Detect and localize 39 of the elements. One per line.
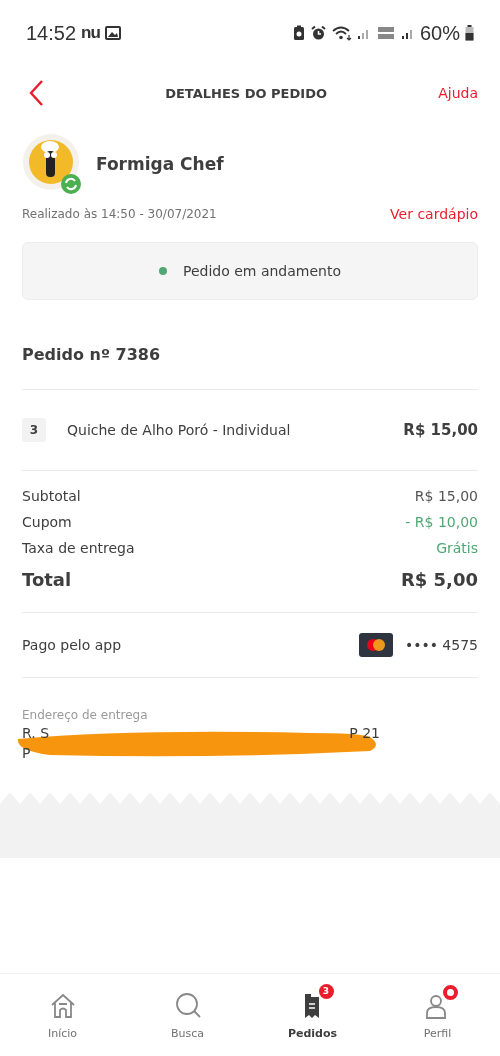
card-brand-icon <box>358 633 393 657</box>
battery-percent: 60% <box>419 21 460 45</box>
summary-value: Grátis <box>436 540 478 556</box>
item-price: R$ 15,00 <box>403 421 478 439</box>
order-number: Pedido nº 7386 <box>22 345 162 366</box>
order-date: Realizado às 14:50 - 30/07/2021 <box>22 207 217 221</box>
battery-icon <box>465 25 474 41</box>
summary-value: R$ 15,00 <box>414 488 478 504</box>
count-badge: 3 <box>318 983 334 999</box>
alarm-icon <box>309 25 327 41</box>
menu-link[interactable]: Ver cardápio <box>390 206 478 222</box>
carrier-label: nu <box>81 23 100 43</box>
battery-saver-icon <box>292 25 305 41</box>
nav-tab[interactable]: Busca <box>125 974 250 1056</box>
image-icon <box>104 26 121 40</box>
address-text: P <box>22 744 31 762</box>
summary-label: Subtotal <box>22 488 81 504</box>
card-number: •••• 4575 <box>404 637 478 653</box>
page-title: DETALHES DO PEDIDO <box>165 85 327 101</box>
quantity-label: 3 <box>22 418 46 442</box>
item-name: Quiche de Alho Poró - Individual <box>67 422 292 438</box>
status-time: 14:52 <box>26 21 77 45</box>
wifi-icon <box>331 25 352 41</box>
help-link[interactable]: Ajuda <box>438 85 478 101</box>
summary-label: Taxa de entrega <box>22 540 135 556</box>
restaurant-logo-icon <box>22 133 84 195</box>
nav-tab[interactable]: Início <box>0 974 125 1056</box>
restaurant-name: Formiga Chef <box>96 154 224 174</box>
payment-label: Pago pelo app <box>22 637 122 653</box>
summary-value: - R$ 10,00 <box>405 514 478 530</box>
summary-label: Cupom <box>22 514 72 530</box>
status-text: Pedido em andamento <box>182 263 341 279</box>
summary-label: Total <box>22 569 72 590</box>
summary-value: R$ 5,00 <box>400 569 478 590</box>
back-icon[interactable] <box>28 79 44 107</box>
nav-tab[interactable]: Perfil <box>375 974 500 1056</box>
address-text: R. S <box>22 724 49 742</box>
address-label: Endereço de entrega <box>22 708 149 722</box>
nav-tab[interactable]: 3 Pedidos <box>250 974 375 1056</box>
